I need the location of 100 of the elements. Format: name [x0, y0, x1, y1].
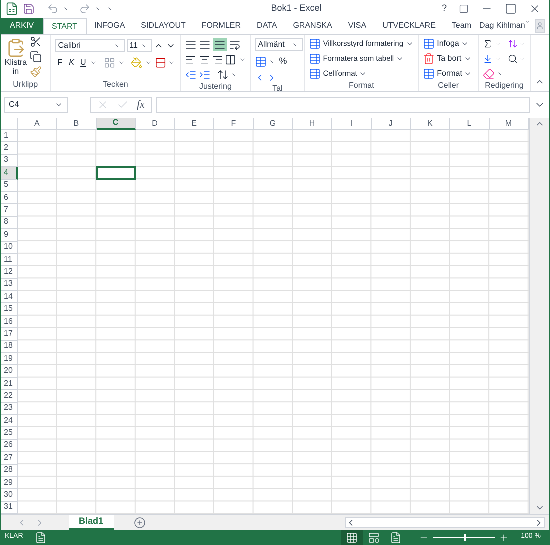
zoom-in-icon[interactable] — [499, 532, 510, 542]
sort-filter-icon[interactable] — [508, 38, 518, 50]
font-size-field[interactable]: 11 — [126, 39, 152, 52]
row-header[interactable]: 1 — [1, 130, 18, 142]
row-header[interactable]: 28 — [1, 464, 18, 477]
column-header[interactable]: I — [332, 118, 372, 130]
row-header[interactable]: 17 — [1, 328, 18, 341]
row-header[interactable]: 22 — [1, 390, 18, 403]
row-header[interactable]: 14 — [1, 291, 18, 304]
percent-button[interactable]: % — [279, 55, 288, 68]
column-header[interactable]: D — [136, 118, 176, 130]
column-header[interactable]: H — [293, 118, 332, 130]
fill-icon[interactable] — [483, 53, 493, 65]
row-header[interactable]: 30 — [1, 489, 18, 502]
italic-button[interactable]: K — [66, 57, 77, 69]
row-header[interactable]: 12 — [1, 266, 18, 279]
row-header[interactable]: 18 — [1, 340, 18, 354]
ribbon-tab[interactable]: FORMLER — [194, 18, 250, 34]
ribbon-tab[interactable]: UTVECKLARE — [374, 18, 444, 34]
file-tab[interactable]: ARKIV — [1, 18, 44, 34]
clear-icon[interactable] — [483, 68, 495, 80]
middle-align-icon[interactable] — [199, 38, 212, 50]
column-header[interactable]: K — [410, 118, 450, 130]
user-name[interactable]: Dag Kihlman — [479, 20, 526, 32]
row-header[interactable]: 21 — [1, 378, 18, 390]
align-right-icon[interactable] — [212, 54, 224, 66]
ribbon-tab[interactable]: SIDLAYOUT — [133, 18, 194, 34]
insert-function-button[interactable]: fx — [137, 96, 145, 114]
column-header[interactable]: E — [175, 118, 214, 130]
ribbon-tab[interactable]: VISA — [340, 18, 375, 34]
row-header[interactable]: 29 — [1, 476, 18, 490]
sheet-tab[interactable]: Blad1 — [69, 515, 114, 530]
wrap-text-icon[interactable] — [229, 38, 242, 50]
cells-menu-button[interactable]: Ta bort — [423, 53, 474, 65]
find-icon[interactable] — [508, 53, 518, 65]
align-center-icon[interactable] — [198, 54, 210, 66]
row-header[interactable]: 16 — [1, 316, 18, 328]
row-header[interactable]: 26 — [1, 440, 18, 452]
bottom-align-icon[interactable] — [213, 38, 228, 51]
new-sheet-icon[interactable] — [134, 516, 146, 528]
vertical-scrollbar[interactable] — [529, 118, 549, 514]
row-header[interactable]: 23 — [1, 402, 18, 415]
help-button[interactable]: ? — [438, 2, 451, 16]
ribbon-tab[interactable]: INFOGA — [86, 18, 134, 34]
ribbon-tab[interactable]: GRANSKA — [285, 18, 340, 34]
cells-menu-button[interactable]: Infoga — [423, 38, 474, 50]
column-header[interactable]: G — [254, 118, 294, 130]
fill-color-icon[interactable] — [131, 57, 144, 69]
view-button[interactable] — [341, 530, 364, 545]
row-header[interactable]: 20 — [1, 365, 18, 378]
align-left-icon[interactable] — [185, 54, 197, 66]
row-header[interactable]: 15 — [1, 303, 18, 316]
row-header[interactable]: 7 — [1, 204, 18, 217]
horizontal-scrollbar[interactable] — [345, 517, 545, 528]
row-header[interactable]: 2 — [1, 142, 18, 155]
column-header[interactable]: L — [450, 118, 490, 130]
underline-button[interactable]: U — [78, 57, 88, 69]
row-header[interactable]: 13 — [1, 278, 18, 292]
column-header[interactable]: C — [96, 118, 136, 130]
borders-icon[interactable] — [104, 57, 116, 69]
row-header[interactable]: 19 — [1, 353, 18, 366]
column-header[interactable]: J — [372, 118, 411, 130]
undo-icon[interactable] — [47, 3, 59, 15]
row-header[interactable]: 8 — [1, 216, 18, 230]
zoom-thumb[interactable] — [464, 534, 466, 541]
caret-icon[interactable] — [168, 59, 176, 67]
autosum-icon[interactable] — [483, 38, 493, 50]
caret-icon[interactable] — [63, 5, 71, 13]
number-format-field[interactable]: Allmänt — [255, 38, 304, 51]
maximize-icon[interactable] — [505, 3, 517, 15]
row-header[interactable]: 9 — [1, 229, 18, 242]
ribbon-tab[interactable]: DATA — [249, 18, 286, 34]
row-header[interactable]: 6 — [1, 192, 18, 204]
row-header[interactable]: 5 — [1, 180, 18, 192]
caret-icon[interactable] — [90, 59, 98, 67]
active-cell[interactable] — [96, 166, 136, 180]
row-header[interactable]: 27 — [1, 452, 18, 465]
caret-icon[interactable] — [118, 59, 126, 67]
save-icon[interactable] — [23, 3, 35, 15]
row-header[interactable]: 10 — [1, 242, 18, 254]
cells-menu-button[interactable]: Format — [423, 68, 474, 80]
ribbon-tab[interactable]: Team — [444, 18, 480, 34]
formula-input[interactable] — [156, 97, 530, 113]
ribbon-tab[interactable]: START — [43, 18, 86, 34]
row-header[interactable]: 11 — [1, 254, 18, 266]
orientation-icon[interactable] — [217, 69, 230, 81]
paste-button[interactable]: Klistra in — [5, 38, 27, 76]
column-header[interactable]: F — [214, 118, 254, 130]
copy-icon[interactable] — [30, 51, 42, 63]
name-box[interactable]: C4 — [4, 97, 68, 113]
row-header[interactable]: 24 — [1, 414, 18, 428]
redo-icon[interactable] — [79, 3, 91, 15]
caret-icon[interactable] — [145, 59, 153, 67]
top-align-icon[interactable] — [185, 38, 198, 50]
row-header[interactable]: 25 — [1, 427, 18, 440]
close-icon[interactable] — [529, 3, 541, 15]
merge-icon[interactable] — [225, 54, 237, 66]
cut-icon[interactable] — [30, 36, 42, 48]
bold-button[interactable]: F — [55, 57, 65, 69]
row-header[interactable]: 4 — [1, 167, 18, 180]
